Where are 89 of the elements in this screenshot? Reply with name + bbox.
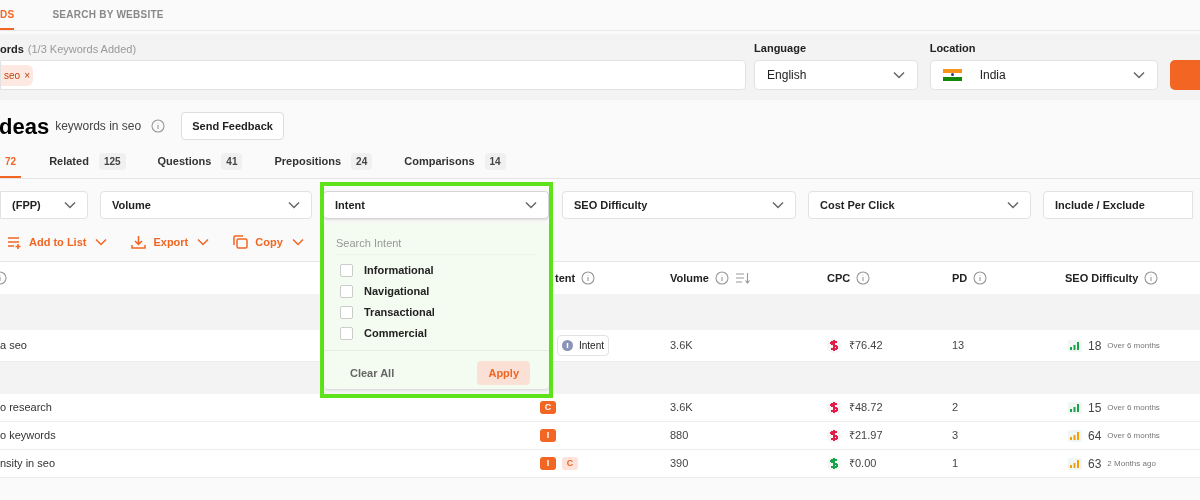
intent-badge: I	[540, 429, 556, 442]
info-icon	[714, 271, 729, 285]
bar-chart-icon	[1068, 429, 1082, 442]
filter-dropdown[interactable]: Volume	[100, 191, 312, 219]
bar-chart-icon	[1068, 401, 1082, 414]
keyword-chip: seo ×	[1, 64, 33, 86]
search-field[interactable]: Search Intent	[336, 231, 536, 255]
column-header: Volume	[670, 270, 709, 286]
column-header: CPC	[827, 270, 851, 286]
column-header: SEO Difficulty	[1065, 270, 1139, 286]
pd-value: 13	[952, 339, 965, 352]
updated-text: Over 6 months	[1107, 401, 1160, 414]
cpc-value: ₹0.00	[849, 456, 877, 472]
bar-chart-icon	[1068, 339, 1082, 352]
flag-icon	[942, 68, 962, 82]
filter-dropdown[interactable]: SEO Difficulty	[562, 191, 796, 219]
list-add-icon	[7, 235, 22, 249]
sort-icon	[734, 272, 751, 284]
cpc-value: ₹21.97	[849, 428, 883, 444]
intent-badge: I	[540, 457, 556, 470]
column-header: PD	[952, 270, 968, 286]
option-checkbox[interactable]: Navigational	[340, 281, 549, 302]
updated-text: Over 6 months	[1107, 429, 1160, 442]
option-checkbox[interactable]: Transactional	[340, 302, 549, 323]
info-icon	[581, 271, 596, 285]
field-label: ords	[0, 41, 24, 57]
difficulty-value: 64	[1088, 427, 1102, 445]
language-select[interactable]: English	[754, 60, 918, 90]
intent-tag: Intent	[557, 335, 610, 356]
subtitle: keywords in seo	[55, 118, 142, 135]
chevron-down-icon	[95, 238, 108, 246]
pd-value: 3	[952, 429, 959, 442]
info-icon	[856, 271, 871, 285]
chevron-down-icon	[197, 238, 210, 246]
filter-dropdown[interactable]: Intent	[323, 191, 549, 219]
difficulty-value: 18	[1088, 337, 1102, 355]
send-feedback-button[interactable]: Send Feedback	[181, 112, 284, 140]
chevron-down-icon	[1007, 201, 1019, 209]
download-icon	[131, 235, 147, 249]
chevron-down-icon	[1133, 71, 1146, 79]
volume-value: 390	[670, 457, 689, 470]
info-icon	[1144, 271, 1159, 285]
chevron-down-icon	[892, 71, 905, 79]
result-tab[interactable]: Comparisons 14	[404, 147, 506, 178]
chevron-down-icon	[291, 238, 304, 246]
page-title: deas	[0, 112, 50, 141]
chevron-down-icon	[64, 201, 76, 209]
dollar-icon	[827, 428, 841, 443]
difficulty-value: 63	[1088, 455, 1102, 473]
remove-chip-button[interactable]: ×	[24, 67, 30, 83]
info-icon	[151, 119, 166, 133]
result-tab[interactable]: Related 125	[49, 147, 126, 178]
location-select[interactable]: India	[929, 60, 1159, 90]
updated-text: 2 Months ago	[1107, 457, 1156, 470]
intent-badge: C	[540, 401, 556, 414]
volume-value: 880	[670, 429, 689, 442]
copy-icon	[233, 235, 249, 249]
search-button[interactable]	[1170, 60, 1200, 90]
column-header: tent	[555, 270, 576, 286]
option-checkbox[interactable]: Informational	[340, 260, 549, 281]
chevron-down-icon	[525, 201, 537, 209]
filter-dropdown[interactable]: Include / Exclude	[1043, 191, 1193, 219]
cpc-value: ₹48.72	[849, 400, 883, 416]
pd-value: 2	[952, 401, 959, 414]
hint-text: (1/3 Keywords Added)	[27, 41, 137, 57]
intent-badge: C	[562, 457, 578, 470]
intent-icon	[562, 340, 573, 351]
bar-chart-icon	[1068, 457, 1082, 470]
chevron-down-icon	[772, 201, 784, 209]
result-tab[interactable]: Prepositions 24	[274, 147, 373, 178]
field-label: Location	[929, 41, 977, 56]
keyword-input[interactable]: seo ×	[0, 60, 747, 90]
cpc-value: ₹76.42	[849, 338, 883, 354]
result-tab[interactable]: Questions 41	[157, 147, 243, 178]
filter-dropdown[interactable]: Cost Per Click	[808, 191, 1031, 219]
volume-value: 3.6K	[670, 401, 693, 414]
clear-all-button[interactable]: Clear All	[350, 364, 395, 382]
pd-value: 1	[952, 457, 959, 470]
updated-text: Over 6 months	[1107, 339, 1160, 352]
dollar-icon	[827, 456, 841, 471]
info-icon	[973, 271, 988, 285]
dollar-icon	[827, 338, 841, 353]
difficulty-value: 15	[1088, 399, 1102, 417]
filter-dropdown[interactable]: (FPP)	[0, 191, 88, 219]
option-checkbox[interactable]: Commercial	[340, 323, 549, 344]
chevron-down-icon	[288, 201, 300, 209]
volume-value: 3.6K	[670, 339, 693, 352]
dollar-icon	[827, 400, 841, 415]
field-label: Language	[754, 41, 808, 56]
